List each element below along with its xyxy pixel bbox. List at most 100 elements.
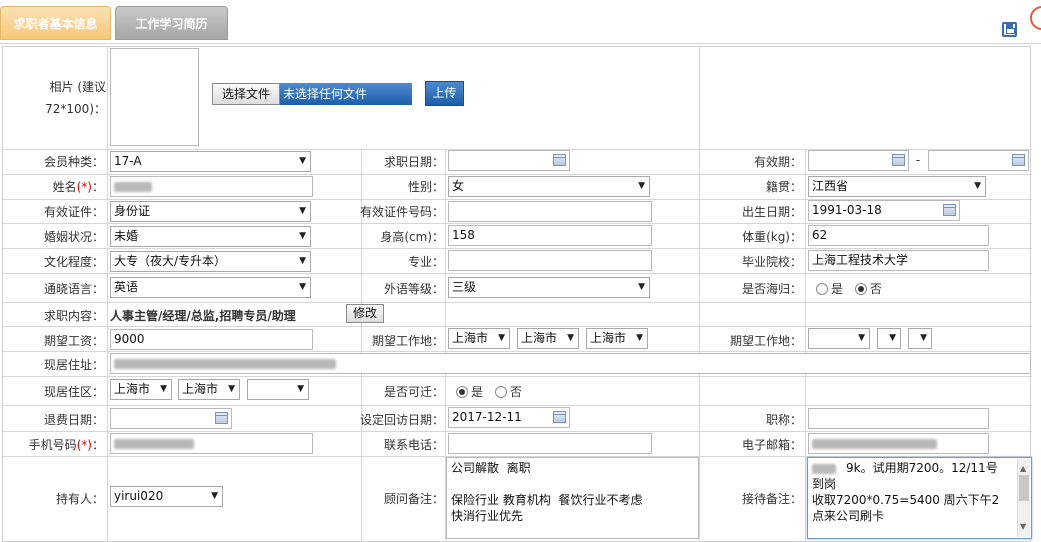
id-no-input[interactable] <box>448 201 652 222</box>
apply-date-label: 求职日期： <box>383 155 444 169</box>
scroll-down-icon[interactable]: ▼ <box>1020 519 1026 535</box>
height-input[interactable]: 158 <box>448 225 652 246</box>
valid-from-input[interactable] <box>808 150 909 171</box>
reception-note-label: 接待备注： <box>741 492 802 506</box>
gender-select[interactable]: 女 ▼ <box>448 176 650 197</box>
job-content-label: 求职内容： <box>43 309 104 323</box>
birth-input[interactable]: 1991-03-18 <box>808 200 960 221</box>
email-label: 电子邮箱： <box>741 438 802 452</box>
consultant-note-label: 顾问备注： <box>383 492 444 506</box>
education-select[interactable]: 大专（夜大/专升本） ▼ <box>110 251 311 272</box>
tab-bar: 求职者基本信息 工作学习简历 <box>0 0 1041 44</box>
height-label: 身高(cm)： <box>380 230 444 244</box>
visit-date-input[interactable]: 2017-12-11 <box>448 407 570 428</box>
school-input[interactable]: 上海工程技术大学 <box>808 250 989 271</box>
work-city2-select[interactable]: ▼ <box>877 328 901 349</box>
returnee-label: 是否海归： <box>741 282 802 296</box>
work-city-select[interactable]: 上海市 ▼ <box>517 328 579 349</box>
title-label: 职称： <box>765 413 802 427</box>
tab-resume[interactable]: 工作学习简历 <box>115 6 228 40</box>
weight-label: 体重(kg)： <box>742 230 802 244</box>
close-icon[interactable] <box>1030 6 1041 30</box>
language-select[interactable]: 英语 ▼ <box>110 277 311 298</box>
native-select[interactable]: 江西省 ▼ <box>808 176 986 197</box>
holder-label: 持有人： <box>55 492 104 506</box>
returnee-yes-radio[interactable] <box>816 283 828 295</box>
calendar-icon[interactable] <box>1012 154 1025 166</box>
relocate-yes-radio[interactable] <box>456 386 468 398</box>
calendar-icon[interactable] <box>892 154 905 166</box>
relocate-no-option[interactable]: 否 <box>494 385 522 399</box>
work-province2-select[interactable]: ▼ <box>808 328 870 349</box>
relocate-label: 是否可迁： <box>383 385 444 399</box>
refund-date-input[interactable] <box>110 408 232 429</box>
file-name-display: 未选择任何文件 <box>280 83 412 105</box>
work-place-label: 期望工作地： <box>371 334 444 348</box>
returnee-no-option[interactable]: 否 <box>854 282 882 296</box>
address-label: 现居住址： <box>43 358 104 372</box>
valid-to-input[interactable] <box>928 150 1029 171</box>
lang-level-select[interactable]: 三级 ▼ <box>448 277 650 298</box>
mobile-input[interactable] <box>110 433 313 454</box>
photo-label: 相片 (建议 <box>49 80 107 94</box>
salary-label: 期望工资： <box>43 334 104 348</box>
photo-label-size: 72*100)： <box>45 102 106 116</box>
major-label: 专业： <box>407 255 444 269</box>
title-input[interactable] <box>808 408 989 429</box>
phone-input[interactable] <box>448 433 652 454</box>
phone-label: 联系电话： <box>383 438 444 452</box>
mobile-label: 手机号码(*)： <box>28 438 104 452</box>
work-province-select[interactable]: 上海市 ▼ <box>448 328 510 349</box>
birth-label: 出生日期： <box>741 205 802 219</box>
save-icon[interactable] <box>1002 22 1017 37</box>
gender-label: 性别： <box>407 180 444 194</box>
work-district2-select[interactable]: ▼ <box>908 328 932 349</box>
name-input[interactable] <box>110 176 313 197</box>
relocate-radio-group: 是 否 <box>456 383 530 400</box>
returnee-radio-group: 是 否 <box>816 280 890 297</box>
choose-file-button[interactable]: 选择文件 <box>212 83 280 105</box>
reception-note-textarea[interactable]: 9k。试用期7200。12/11号 到岗 收取7200*0.75=5400 周六… <box>807 457 1032 539</box>
member-type-select[interactable]: 17-A ▼ <box>110 151 311 172</box>
district-label: 现居住区： <box>43 385 104 399</box>
refund-date-label: 退费日期： <box>43 413 104 427</box>
id-type-select[interactable]: 身份证 ▼ <box>110 201 311 222</box>
holder-select[interactable]: yirui020 ▼ <box>110 486 223 507</box>
work-place2-label: 期望工作地： <box>729 334 802 348</box>
salary-input[interactable]: 9000 <box>110 329 313 350</box>
district-city-select[interactable]: 上海市 ▼ <box>178 379 240 400</box>
apply-date-input[interactable] <box>448 150 570 171</box>
major-input[interactable] <box>448 250 652 271</box>
lang-level-label: 外语等级： <box>383 282 444 296</box>
valid-period-dash: - <box>915 153 921 167</box>
address-input[interactable] <box>110 353 1031 374</box>
id-no-label: 有效证件号码： <box>359 205 444 219</box>
district-province-select[interactable]: 上海市 ▼ <box>110 379 172 400</box>
tab-basic-info[interactable]: 求职者基本信息 <box>0 6 111 40</box>
calendar-icon[interactable] <box>215 412 228 424</box>
school-label: 毕业院校： <box>741 255 802 269</box>
language-label: 通晓语言： <box>43 282 104 296</box>
photo-preview <box>110 48 199 146</box>
consultant-note-textarea[interactable]: 公司解散 离职 保险行业 教育机构 餐饮行业不考虑 快消行业优先 <box>446 457 699 539</box>
marital-select[interactable]: 未婚 ▼ <box>110 226 311 247</box>
modify-button[interactable]: 修改 <box>346 304 384 323</box>
work-district-select[interactable]: 上海市 ▼ <box>586 328 648 349</box>
upload-button[interactable]: 上传 <box>425 81 464 106</box>
calendar-icon[interactable] <box>553 154 566 166</box>
marital-label: 婚姻状况： <box>43 230 104 244</box>
returnee-no-radio[interactable] <box>854 283 867 295</box>
district-area-select[interactable]: ▼ <box>247 379 309 400</box>
weight-input[interactable]: 62 <box>808 225 989 246</box>
id-type-label: 有效证件： <box>43 205 104 219</box>
note-scrollbar[interactable]: ▲ ▼ <box>1017 459 1030 537</box>
native-label: 籍贯： <box>765 180 802 194</box>
email-input[interactable] <box>808 433 989 454</box>
relocate-yes-option[interactable]: 是 <box>456 385 483 399</box>
education-label: 文化程度： <box>43 255 104 269</box>
valid-period-label: 有效期： <box>753 155 802 169</box>
returnee-yes-option[interactable]: 是 <box>816 282 843 296</box>
relocate-no-radio[interactable] <box>494 386 507 398</box>
calendar-icon[interactable] <box>943 204 956 216</box>
calendar-icon[interactable] <box>553 411 566 423</box>
